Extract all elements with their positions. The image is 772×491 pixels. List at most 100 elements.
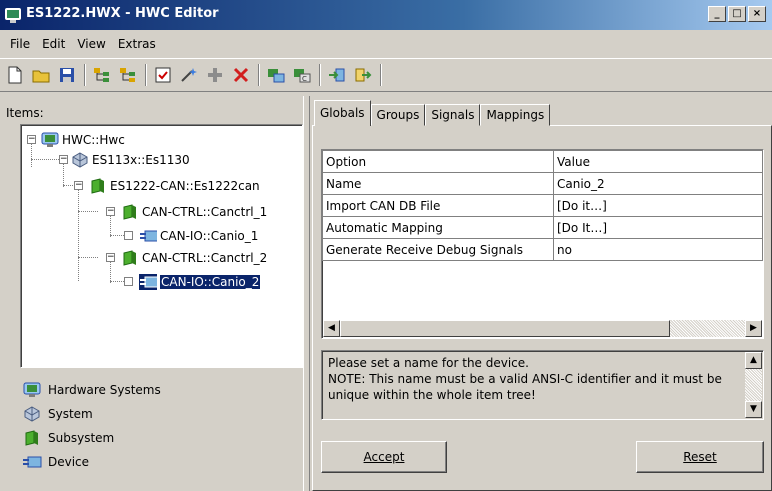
tab-strip: Globals Groups Signals Mappings [314, 100, 551, 126]
hardware-system-icon [41, 132, 59, 148]
reset-button-label: Reset [683, 450, 717, 464]
tree-node-label: CAN-CTRL::Canctrl_1 [142, 205, 268, 219]
move-in-icon[interactable] [326, 64, 348, 86]
close-button[interactable]: × [748, 6, 766, 22]
subsystem-icon [89, 178, 107, 194]
open-folder-icon[interactable] [30, 64, 52, 86]
legend-label: Hardware Systems [48, 383, 161, 397]
add-icon[interactable] [204, 64, 226, 86]
tab-groups[interactable]: Groups [370, 104, 426, 126]
wizard-icon[interactable] [178, 64, 200, 86]
tree-node-label: CAN-CTRL::Canctrl_2 [142, 251, 268, 265]
tree-node-canio-2[interactable]: CAN-IO::Canio_2 [139, 272, 262, 292]
tree-collapse-icon[interactable] [117, 64, 139, 86]
import-icon[interactable] [265, 64, 287, 86]
tree-node-canctrl-1[interactable]: CAN-CTRL::Canctrl_1 [121, 202, 267, 222]
check-icon[interactable] [152, 64, 174, 86]
menu-bar: File Edit View Extras [0, 33, 772, 55]
scroll-right-icon[interactable]: ▶ [745, 320, 762, 337]
value-cell[interactable]: no [553, 238, 763, 261]
export-icon[interactable]: C [291, 64, 313, 86]
tree-line [78, 211, 98, 212]
menu-edit[interactable]: Edit [36, 33, 71, 55]
table-row[interactable]: Import CAN DB File [Do it…] [322, 194, 763, 217]
device-icon [139, 228, 157, 244]
tree-line [63, 163, 64, 187]
options-grid: Option Value Name Canio_2 Import CAN DB … [321, 149, 764, 339]
delete-icon[interactable] [230, 64, 252, 86]
accept-button[interactable]: Accept [321, 441, 447, 473]
value-cell[interactable]: Canio_2 [553, 172, 763, 195]
scroll-left-icon[interactable]: ◀ [323, 320, 340, 337]
scroll-track[interactable] [670, 320, 745, 337]
table-row[interactable]: Name Canio_2 [322, 172, 763, 195]
collapse-toggle[interactable]: − [74, 181, 83, 190]
device-icon [22, 454, 42, 470]
table-row[interactable]: Automatic Mapping [Do It…] [322, 216, 763, 239]
tree-node-hwc[interactable]: HWC::Hwc [41, 130, 125, 150]
toolbar-separator [258, 64, 260, 86]
panel-splitter[interactable] [303, 96, 310, 491]
tree-node-label: ES1222-CAN::Es1222can [110, 179, 260, 193]
move-out-icon[interactable] [352, 64, 374, 86]
collapse-toggle[interactable]: − [27, 135, 36, 144]
tree-node-label: ES113x::Es1130 [92, 153, 190, 167]
item-tree[interactable]: − − − − − HWC::Hwc ES113x::Es1130 ES1222… [20, 124, 303, 368]
menu-file[interactable]: File [4, 33, 36, 55]
description-line: Please set a name for the device. [328, 356, 529, 370]
tree-line [110, 215, 111, 237]
scroll-down-icon[interactable]: ▼ [745, 401, 762, 418]
description-text: Please set a name for the device. NOTE: … [328, 355, 733, 403]
legend-device: Device [22, 450, 161, 474]
legend-system: System [22, 402, 161, 426]
tree-node-canio-1[interactable]: CAN-IO::Canio_1 [139, 226, 258, 246]
menu-extras[interactable]: Extras [112, 33, 162, 55]
collapse-toggle[interactable]: − [106, 207, 115, 216]
toolbar-separator [84, 64, 86, 86]
tree-node-canctrl-2[interactable]: CAN-CTRL::Canctrl_2 [121, 248, 267, 268]
column-header-option: Option [322, 150, 554, 173]
expand-toggle[interactable] [124, 231, 133, 240]
value-cell[interactable]: [Do it…] [553, 194, 763, 217]
table-row[interactable]: Generate Receive Debug Signals no [322, 238, 763, 261]
tab-mappings[interactable]: Mappings [480, 104, 551, 126]
save-icon[interactable] [56, 64, 78, 86]
new-file-icon[interactable] [4, 64, 26, 86]
expand-toggle[interactable] [124, 277, 133, 286]
svg-text:C: C [302, 75, 307, 83]
window-controls: _ □ × [708, 6, 766, 22]
system-icon [22, 406, 42, 422]
menu-view[interactable]: View [71, 33, 111, 55]
accept-button-label: Accept [363, 450, 405, 464]
minimize-button[interactable]: _ [708, 6, 726, 22]
tree-line [78, 257, 98, 258]
toolbar: C [0, 58, 772, 92]
description-box: Please set a name for the device. NOTE: … [321, 350, 764, 420]
subsystem-icon [22, 430, 42, 446]
scroll-thumb[interactable] [340, 320, 670, 337]
options-table: Option Value Name Canio_2 Import CAN DB … [322, 150, 763, 261]
tree-line [110, 235, 124, 236]
device-icon [139, 274, 157, 290]
tab-signals[interactable]: Signals [425, 104, 481, 126]
tree-line [78, 189, 79, 281]
tree-node-es1130[interactable]: ES113x::Es1130 [71, 150, 190, 170]
value-cell[interactable]: [Do It…] [553, 216, 763, 239]
vertical-scrollbar[interactable]: ▲ ▼ [745, 352, 762, 418]
collapse-toggle[interactable]: − [59, 155, 68, 164]
tree-node-label: HWC::Hwc [62, 133, 125, 147]
subsystem-icon [121, 250, 139, 266]
scroll-up-icon[interactable]: ▲ [745, 352, 762, 369]
option-cell: Automatic Mapping [322, 216, 554, 239]
collapse-toggle[interactable]: − [106, 253, 115, 262]
toolbar-separator [145, 64, 147, 86]
tab-globals[interactable]: Globals [314, 100, 371, 126]
horizontal-scrollbar[interactable]: ◀ ▶ [323, 320, 762, 337]
tree-expand-icon[interactable] [91, 64, 113, 86]
maximize-button[interactable]: □ [728, 6, 746, 22]
description-note: NOTE: This name must be a valid ANSI-C i… [328, 372, 722, 402]
reset-button[interactable]: Reset [636, 441, 764, 473]
system-icon [71, 152, 89, 168]
tree-node-es1222can[interactable]: ES1222-CAN::Es1222can [89, 176, 260, 196]
title-bar[interactable]: ES1222.HWX - HWC Editor _ □ × [0, 0, 772, 30]
